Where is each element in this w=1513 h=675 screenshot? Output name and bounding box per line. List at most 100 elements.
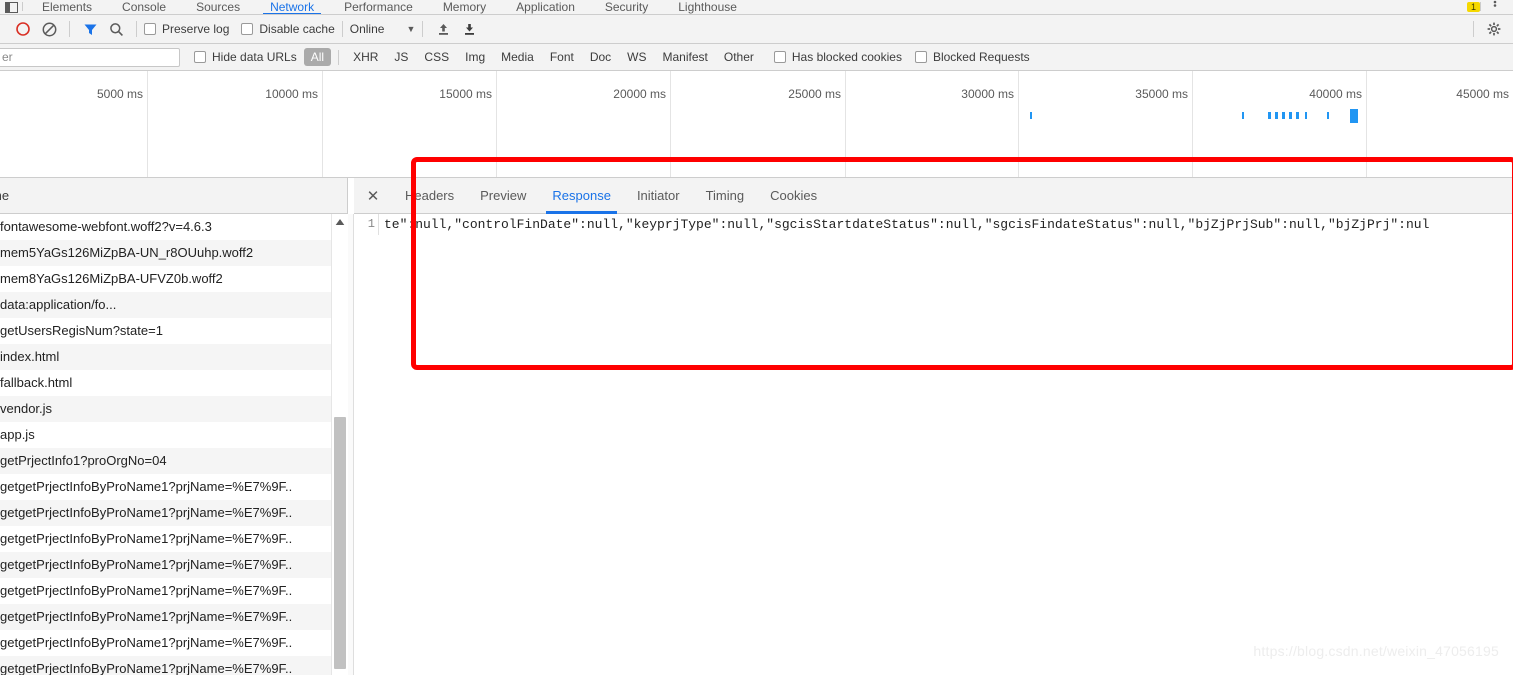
timeline-tick-label: 45000 ms: [1456, 87, 1509, 101]
panel-tab-network[interactable]: Network: [255, 0, 329, 14]
timeline-gridline: [1366, 71, 1367, 177]
panel-tab-console[interactable]: Console: [107, 0, 181, 14]
panel-tab-label: Sources: [196, 0, 241, 14]
response-body-viewer[interactable]: 1 te":null,"controlFinDate":null,"keyprj…: [354, 214, 1513, 675]
request-list-item[interactable]: getgetPrjectInfoByProName1?prjName=%E7%9…: [0, 656, 347, 675]
request-list-item[interactable]: app.js: [0, 422, 347, 448]
request-list-item[interactable]: getgetPrjectInfoByProName1?prjName=%E7%9…: [0, 552, 347, 578]
request-detail-tabstrip: ✕ Headers Preview Response Initiator Tim…: [354, 178, 1513, 214]
network-request-list[interactable]: fontawesome-webfont.woff2?v=4.6.3 mem5YaG…: [0, 214, 348, 675]
panel-tab-label: Network: [270, 0, 315, 14]
panel-tab-elements[interactable]: Elements: [27, 0, 107, 14]
search-icon[interactable]: [103, 16, 129, 42]
request-list-item[interactable]: getUsersRegisNum?state=1: [0, 318, 347, 344]
panel-tab-security[interactable]: Security: [590, 0, 663, 14]
checkbox-box: [241, 23, 254, 35]
disable-cache-checkbox[interactable]: Disable cache: [241, 22, 335, 36]
panel-tab-application[interactable]: Application: [501, 0, 590, 14]
detail-tab-initiator[interactable]: Initiator: [624, 178, 693, 214]
timeline-gridline: [1192, 71, 1193, 177]
detail-tab-cookies[interactable]: Cookies: [757, 178, 830, 214]
preserve-log-checkbox[interactable]: Preserve log: [144, 22, 229, 36]
request-list-item[interactable]: getPrjectInfo1?proOrgNo=04: [0, 448, 347, 474]
network-throttling-select[interactable]: Online ▼: [350, 22, 416, 36]
export-har-icon[interactable]: [456, 16, 482, 42]
request-list-item[interactable]: data:application/fo...: [0, 292, 347, 318]
has-blocked-cookies-label: Has blocked cookies: [791, 50, 902, 64]
request-list-item[interactable]: mem5YaGs126MiZpBA-UN_r8OUuhp.woff2: [0, 240, 347, 266]
panel-tab-lighthouse[interactable]: Lighthouse: [663, 0, 752, 14]
request-list-item[interactable]: index.html: [0, 344, 347, 370]
scroll-up-arrow-icon[interactable]: [332, 214, 348, 230]
request-list-item[interactable]: getgetPrjectInfoByProName1?prjName=%E7%9…: [0, 526, 347, 552]
request-list-item[interactable]: fallback.html: [0, 370, 347, 396]
filter-chip-ws[interactable]: WS: [620, 48, 653, 66]
filter-chip-manifest[interactable]: Manifest: [656, 48, 715, 66]
blocked-requests-checkbox[interactable]: Blocked Requests: [914, 50, 1030, 64]
timeline-request-bar: [1296, 112, 1299, 119]
filter-chip-css[interactable]: CSS: [417, 48, 456, 66]
filter-chip-other[interactable]: Other: [717, 48, 761, 66]
filter-chip-xhr[interactable]: XHR: [346, 48, 385, 66]
panel-tab-memory[interactable]: Memory: [428, 0, 501, 14]
import-har-icon[interactable]: [430, 16, 456, 42]
request-list-item[interactable]: getgetPrjectInfoByProName1?prjName=%E7%9…: [0, 500, 347, 526]
line-number: 1: [367, 217, 375, 231]
hide-data-urls-checkbox[interactable]: Hide data URLs: [194, 50, 297, 64]
detail-tab-headers[interactable]: Headers: [392, 178, 467, 214]
request-list-item[interactable]: mem8YaGs126MiZpBA-UFVZ0b.woff2: [0, 266, 347, 292]
timeline-gridline: [147, 71, 148, 177]
filter-funnel-icon[interactable]: [77, 16, 103, 42]
filter-chip-all[interactable]: All: [303, 48, 332, 66]
detail-tab-timing[interactable]: Timing: [693, 178, 758, 214]
filter-chip-media[interactable]: Media: [494, 48, 541, 66]
timeline-tick-label: 35000 ms: [1135, 87, 1188, 101]
column-header-name: me: [0, 188, 10, 203]
request-list-item[interactable]: getgetPrjectInfoByProName1?prjName=%E7%9…: [0, 630, 347, 656]
hide-data-urls-label: Hide data URLs: [212, 50, 297, 64]
filter-chip-doc[interactable]: Doc: [583, 48, 618, 66]
timeline-tick-label: 15000 ms: [439, 87, 492, 101]
request-list-item[interactable]: vendor.js: [0, 396, 347, 422]
request-list-item[interactable]: getgetPrjectInfoByProName1?prjName=%E7%9…: [0, 578, 347, 604]
request-list-item[interactable]: getgetPrjectInfoByProName1?prjName=%E7%9…: [0, 474, 347, 500]
devtools-window: Elements Console Sources Network Perform…: [0, 0, 1513, 675]
toolbar-divider: [136, 21, 137, 37]
timeline-tick-label: 30000 ms: [961, 87, 1014, 101]
devtools-panel-tabstrip: Elements Console Sources Network Perform…: [0, 0, 1513, 15]
network-filter-bar: Hide data URLs All XHR JS CSS Img Media …: [0, 44, 1513, 71]
timeline-request-bar: [1289, 112, 1292, 119]
panel-tab-performance[interactable]: Performance: [329, 0, 428, 14]
scrollbar-thumb[interactable]: [334, 417, 346, 669]
more-options-icon[interactable]: [1489, 0, 1501, 13]
detail-tab-response[interactable]: Response: [539, 178, 624, 214]
warning-badge[interactable]: 1: [1466, 2, 1480, 12]
has-blocked-cookies-checkbox[interactable]: Has blocked cookies: [773, 50, 902, 64]
network-control-toolbar: Preserve log Disable cache Online ▼: [0, 15, 1513, 44]
panel-tab-sources[interactable]: Sources: [181, 0, 255, 14]
dock-position-icon[interactable]: [0, 0, 22, 14]
record-stop-icon[interactable]: [10, 16, 36, 42]
request-list-item[interactable]: getgetPrjectInfoByProName1?prjName=%E7%9…: [0, 604, 347, 630]
panel-tab-label: Performance: [344, 0, 413, 14]
timeline-request-bar: [1282, 112, 1285, 119]
detail-tab-preview[interactable]: Preview: [467, 178, 539, 214]
request-list-column-header[interactable]: me: [0, 178, 348, 214]
gear-icon[interactable]: [1481, 16, 1507, 42]
disable-cache-label: Disable cache: [259, 22, 335, 36]
checkbox-box: [194, 51, 206, 63]
timeline-tick-label: 40000 ms: [1309, 87, 1362, 101]
request-list-item[interactable]: fontawesome-webfont.woff2?v=4.6.3: [0, 214, 347, 240]
filter-chip-font[interactable]: Font: [543, 48, 581, 66]
filter-chip-img[interactable]: Img: [458, 48, 492, 66]
request-list-scrollbar[interactable]: [331, 214, 348, 675]
clear-network-log-icon[interactable]: [36, 16, 62, 42]
filter-chip-js[interactable]: JS: [387, 48, 415, 66]
timeline-tick-label: 20000 ms: [613, 87, 666, 101]
filter-input[interactable]: [0, 47, 180, 67]
tabstrip-divider: [22, 2, 23, 11]
timeline-gridline: [670, 71, 671, 177]
network-overview-timeline[interactable]: 5000 ms 10000 ms 15000 ms 20000 ms 25000 ms 3…: [0, 71, 1513, 178]
panel-tab-label: Security: [604, 0, 649, 14]
close-icon[interactable]: ✕: [360, 183, 386, 209]
